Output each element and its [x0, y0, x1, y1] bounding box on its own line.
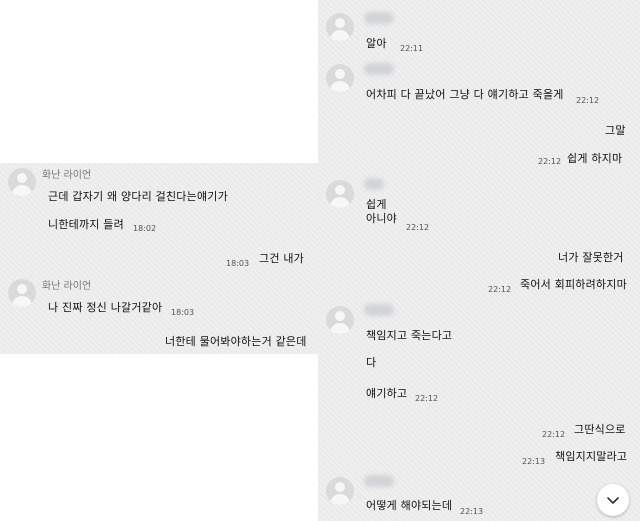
message-time: 18:03 — [226, 259, 250, 268]
message-time: 22:12 — [415, 394, 439, 403]
chevron-down-icon — [607, 497, 619, 504]
sender-name-redacted — [364, 304, 394, 316]
message-time: 22:12 — [406, 223, 430, 232]
message-line: 아니야 — [366, 212, 397, 225]
message-text[interactable]: 어떻게 해야되는데 — [366, 497, 452, 513]
avatar[interactable] — [8, 168, 36, 196]
right-chat-panel: 알아 22:11 어차피 다 끝났어 그냥 다 얘기하고 죽을게 22:12 그… — [318, 0, 640, 521]
message-text[interactable]: 너가 잘못한거 — [558, 249, 624, 265]
message-text[interactable]: 니한테까지 들려 — [48, 216, 124, 232]
message-text[interactable]: 어차피 다 끝났어 그냥 다 얘기하고 죽을게 — [366, 86, 564, 102]
message-time: 18:02 — [133, 224, 157, 233]
left-chat-panel: 화난 라이언 근데 갑자기 왜 양다리 걸친다는얘기가 니한테까지 들려 18:… — [0, 163, 318, 354]
message-time: 22:13 — [522, 457, 546, 466]
message-text[interactable]: 쉽게 하지마 — [567, 150, 622, 166]
sender-name: 화난 라이언 — [42, 281, 92, 292]
avatar[interactable] — [326, 477, 354, 505]
message-text[interactable]: 죽어서 회피하려하지마 — [520, 276, 627, 292]
message-time: 22:12 — [538, 157, 562, 166]
scroll-down-button[interactable] — [597, 484, 629, 516]
avatar[interactable] — [326, 306, 354, 334]
message-text[interactable]: 얘기하고 — [366, 385, 407, 401]
avatar[interactable] — [326, 13, 354, 41]
avatar[interactable] — [8, 279, 36, 307]
sender-name-redacted — [364, 178, 384, 190]
message-text[interactable]: 그딴식으로 — [574, 421, 626, 437]
sender-name: 화난 라이언 — [42, 170, 92, 181]
message-text[interactable]: 그말 — [605, 122, 626, 138]
message-time: 22:12 — [576, 96, 600, 105]
message-text[interactable]: 그건 내가 — [259, 250, 304, 266]
message-text[interactable]: 나 진짜 정신 나갈거같아 — [48, 299, 162, 315]
avatar[interactable] — [326, 64, 354, 92]
message-time: 22:13 — [460, 507, 484, 516]
message-time: 22:12 — [488, 285, 512, 294]
message-line: 쉽게 — [366, 198, 387, 211]
message-text[interactable]: 쉽게 아니야 — [366, 198, 397, 226]
message-time: 22:12 — [542, 430, 566, 439]
sender-name-redacted — [364, 12, 394, 24]
message-time: 18:03 — [171, 308, 195, 317]
message-text[interactable]: 책임지고 죽는다고 — [366, 327, 452, 343]
message-text[interactable]: 다 — [366, 354, 376, 370]
sender-name-redacted — [364, 63, 394, 75]
message-text[interactable]: 너한테 물어봐야하는거 같은데 — [165, 333, 307, 349]
message-text[interactable]: 알아 — [366, 35, 387, 51]
message-text[interactable]: 책임지지말라고 — [555, 448, 627, 464]
message-time: 22:11 — [400, 44, 424, 53]
sender-name-redacted — [364, 475, 394, 487]
message-text[interactable]: 근데 갑자기 왜 양다리 걸친다는얘기가 — [48, 188, 228, 204]
avatar[interactable] — [326, 180, 354, 208]
